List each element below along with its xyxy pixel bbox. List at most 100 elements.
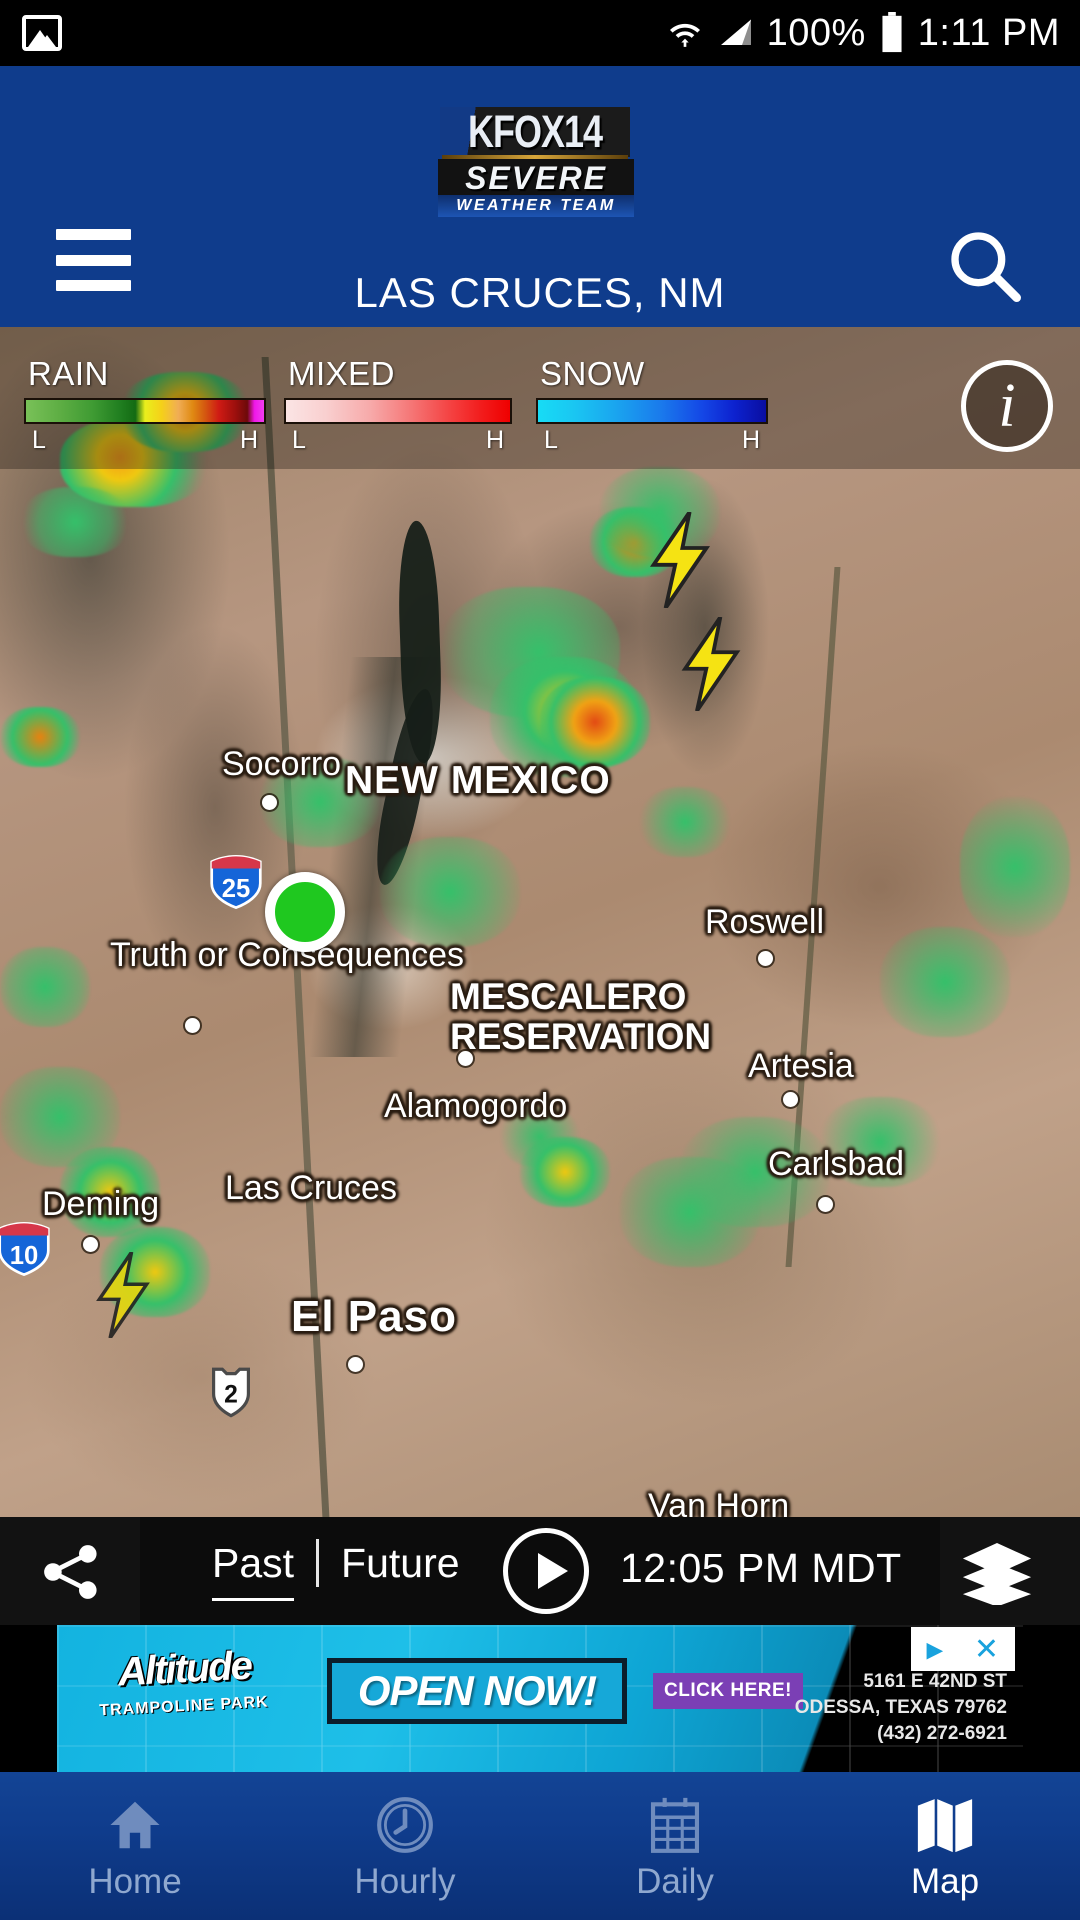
status-right: 100% 1:11 PM [665, 12, 1060, 55]
legend-rain: RAIN L H [24, 355, 266, 455]
logo-severe-text: SEVERE [465, 159, 607, 196]
page-title: LAS CRUCES, NM [354, 269, 726, 316]
status-bar: 100% 1:11 PM [0, 0, 1080, 66]
reservation-line-1: MESCALERO [450, 976, 687, 1017]
app-root: 100% 1:11 PM KFOX14 SEVERE WEATHER TEAM [0, 0, 1080, 1920]
logo-kfox14: KFOX14 [440, 105, 630, 157]
bottom-navigation: Home Hourly Daily Map [0, 1772, 1080, 1920]
highway-shield-i25: 25 [210, 855, 262, 909]
battery-full-icon [882, 12, 902, 53]
legend-mixed-low: L [292, 426, 306, 454]
nav-item-map[interactable]: Map [810, 1772, 1080, 1920]
radar-map[interactable]: Socorro NEW MEXICO Truth or Consequences… [0, 327, 1080, 1517]
lightning-bolt-icon [96, 1252, 150, 1338]
nav-label-daily: Daily [636, 1862, 714, 1901]
city-label-las-cruces: Las Cruces [225, 1169, 397, 1207]
city-marker-socorro [262, 795, 277, 810]
city-label-el-paso: El Paso [291, 1292, 457, 1341]
tab-future[interactable]: Future [319, 1540, 482, 1587]
nav-label-home: Home [88, 1862, 182, 1901]
ad-headline-box: OPEN NOW! [327, 1658, 627, 1724]
svg-text:10: 10 [10, 1242, 39, 1270]
tab-past[interactable]: Past [190, 1540, 316, 1601]
map-info-button[interactable]: i [961, 360, 1053, 452]
city-label-artesia: Artesia [748, 1047, 854, 1085]
app-header: KFOX14 SEVERE WEATHER TEAM LAS CRUCES, N… [0, 66, 1080, 327]
calendar-icon [644, 1790, 706, 1856]
highway-shield-route-2: 2 [212, 1367, 250, 1418]
city-marker-roswell [758, 951, 773, 966]
city-label-alamogordo: Alamogordo [384, 1087, 568, 1125]
svg-text:2: 2 [224, 1382, 238, 1409]
ad-brand-name: Altitude [116, 1643, 252, 1695]
map-icon [914, 1790, 976, 1856]
city-label-deming: Deming [42, 1185, 160, 1223]
adchoices-icon[interactable]: ▸ [927, 1632, 942, 1667]
radar-legend: RAIN L H MIXED L H SNOW L H i [0, 327, 1080, 469]
city-marker-truth-or-consequences [185, 1018, 200, 1033]
city-marker-alamogordo [458, 1051, 473, 1066]
lightning-bolt-icon [681, 617, 741, 711]
hamburger-bar [56, 229, 131, 240]
legend-rain-label: RAIN [28, 355, 109, 392]
city-label-roswell: Roswell [705, 903, 825, 941]
legend-rain-low: L [32, 426, 46, 454]
legend-mixed: MIXED L H [284, 355, 512, 455]
logo-kfox14-text: KFOX14 [467, 105, 603, 157]
legend-snow-label: SNOW [540, 355, 645, 392]
region-label-new-mexico: NEW MEXICO [345, 759, 611, 802]
info-icon: i [998, 371, 1016, 440]
ad-address-line-3: ODESSA, TEXAS 79762 [794, 1697, 1007, 1718]
ad-headline: OPEN NOW! [357, 1667, 597, 1714]
share-icon[interactable] [33, 1541, 109, 1603]
nav-item-daily[interactable]: Daily [540, 1772, 810, 1920]
logo-weather-team: WEATHER TEAM [438, 195, 634, 217]
logo-severe: SEVERE [438, 159, 634, 197]
ad-banner[interactable]: Altitude TRAMPOLINE PARK OPEN NOW! CLICK… [0, 1625, 1080, 1772]
ad-content[interactable]: Altitude TRAMPOLINE PARK OPEN NOW! CLICK… [57, 1625, 1023, 1772]
hamburger-bar [56, 254, 131, 266]
close-icon[interactable]: ✕ [974, 1632, 999, 1667]
reservation-line-2: RESERVATION [450, 1016, 712, 1057]
ad-brand-logo: Altitude TRAMPOLINE PARK [79, 1643, 289, 1720]
legend-mixed-ends: L H [284, 426, 512, 455]
ad-address-line-4: (432) 272-6921 [877, 1723, 1007, 1744]
status-left [22, 15, 62, 51]
ad-controls[interactable]: ▸ ✕ [911, 1627, 1015, 1671]
city-label-truth-or-consequences: Truth or Consequences [110, 936, 465, 974]
legend-rain-high: H [239, 426, 258, 454]
svg-text:25: 25 [222, 875, 251, 903]
logo-weather-team-text: WEATHER TEAM [456, 197, 616, 214]
radar-timestamp: 12:05 PM MDT [620, 1545, 902, 1591]
photo-icon [22, 15, 62, 51]
nav-label-hourly: Hourly [354, 1862, 456, 1901]
legend-snow-gradient [536, 398, 768, 424]
layers-icon[interactable] [958, 1543, 1036, 1605]
legend-snow-low: L [544, 426, 558, 454]
legend-rain-gradient [24, 398, 266, 424]
legend-snow: SNOW L H [536, 355, 768, 455]
signal-icon [720, 19, 751, 45]
play-icon[interactable] [503, 1528, 589, 1614]
highway-shield-i10: 10 [0, 1222, 50, 1276]
kfox14-severe-weather-logo: KFOX14 SEVERE WEATHER TEAM [430, 105, 650, 217]
home-icon [104, 1790, 166, 1856]
legend-rain-ends: L H [24, 426, 266, 455]
lightning-bolt-icon [649, 512, 711, 608]
radar-timebar: Past Future 12:05 PM MDT [0, 1517, 1080, 1625]
nav-item-hourly[interactable]: Hourly [270, 1772, 540, 1920]
city-marker-el-paso [348, 1357, 363, 1372]
wifi-icon [669, 23, 700, 47]
city-label-socorro: Socorro [222, 745, 342, 783]
city-label-carlsbad: Carlsbad [768, 1145, 905, 1183]
nav-label-map: Map [910, 1862, 980, 1901]
ad-address-line-2: 5161 E 42ND ST [863, 1671, 1007, 1692]
clock-icon [374, 1790, 436, 1856]
status-clock: 1:11 PM [917, 11, 1060, 54]
radar-overlay [0, 327, 1080, 1517]
current-location-marker[interactable] [265, 872, 345, 952]
legend-mixed-gradient [284, 398, 512, 424]
time-direction-toggle[interactable]: Past Future [190, 1539, 482, 1601]
battery-percent: 100% [766, 11, 866, 54]
nav-item-home[interactable]: Home [0, 1772, 270, 1920]
